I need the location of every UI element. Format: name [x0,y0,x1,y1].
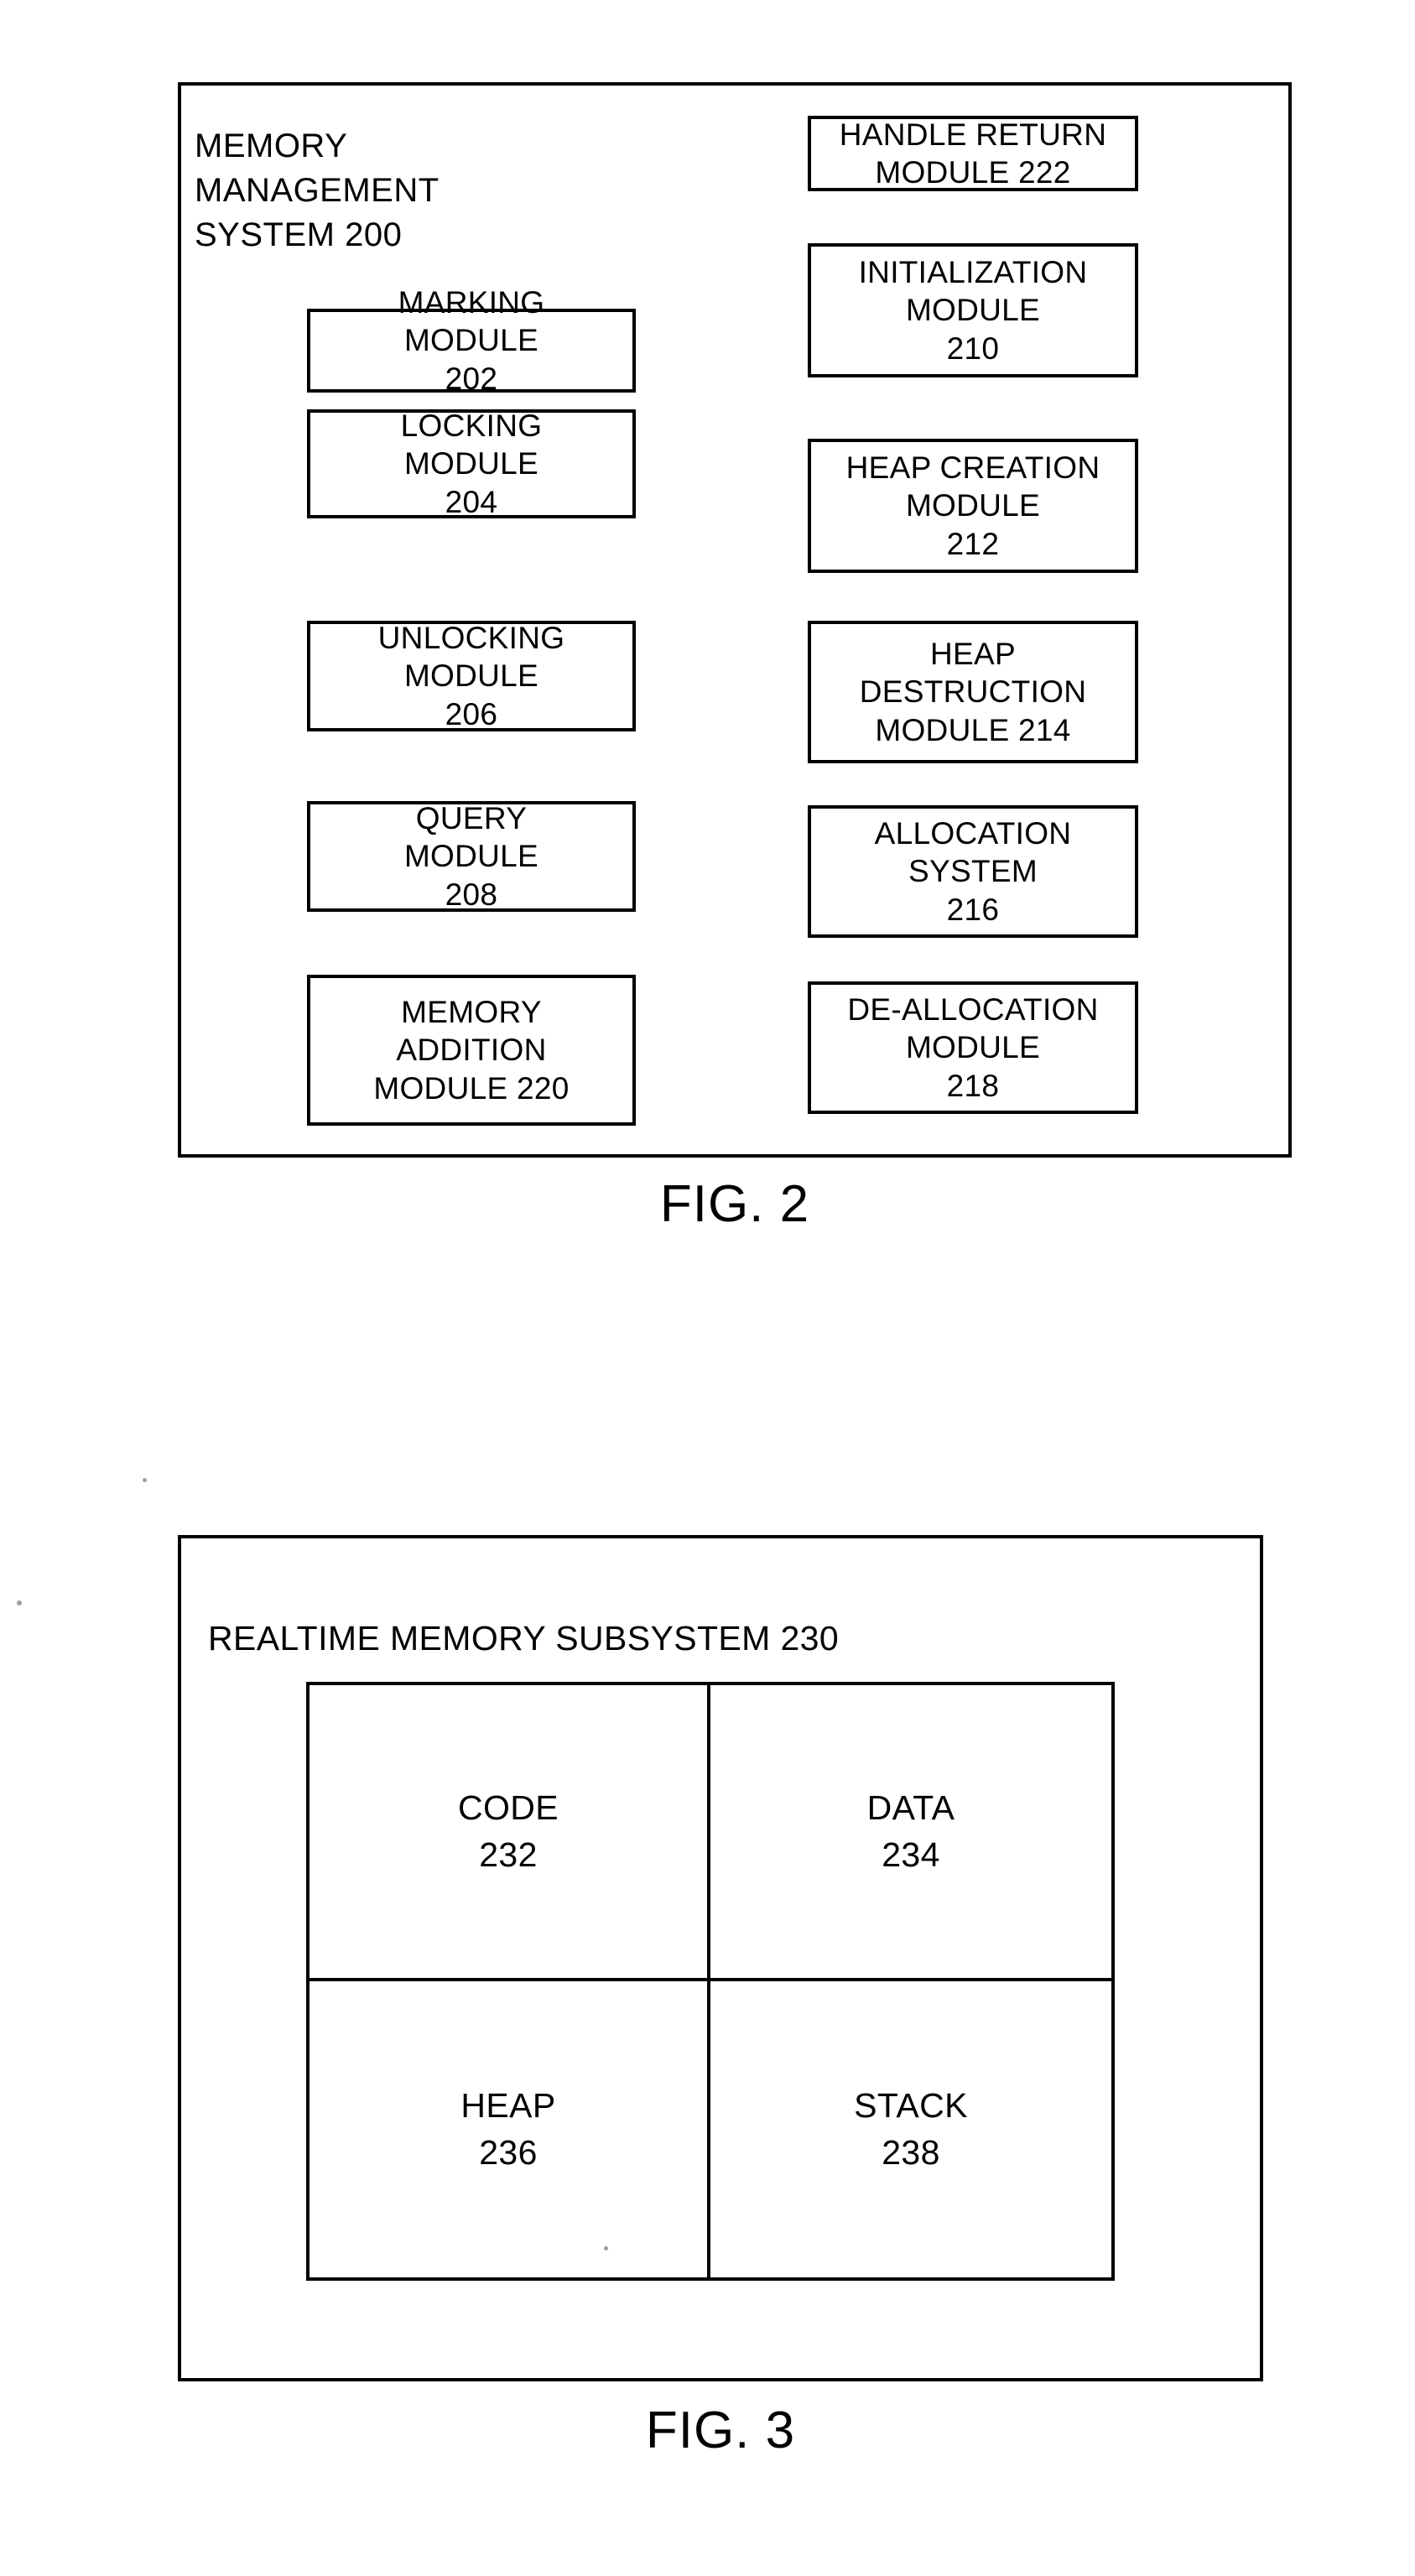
heap-destruction-module-box: HEAP DESTRUCTION MODULE 214 [808,621,1138,763]
memory-management-system-title: MEMORY MANAGEMENT SYSTEM 200 [195,127,440,254]
heap-region-cell: HEAP 236 [310,1981,710,2277]
marking-module-box: MARKING MODULE 202 [307,285,636,396]
memory-layout-grid: CODE 232 DATA 234 HEAP 236 STACK 238 [306,1682,1115,2281]
code-region-cell: CODE 232 [310,1685,710,1981]
allocation-system-label: ALLOCATION SYSTEM 216 [874,816,1072,927]
data-region-label: DATA 234 [866,1788,955,1874]
de-allocation-module-box: DE-ALLOCATION MODULE 218 [808,981,1138,1114]
heap-region-label: HEAP 236 [460,2086,556,2172]
stack-region-cell: STACK 238 [710,1981,1111,2277]
heap-destruction-module-label: HEAP DESTRUCTION MODULE 214 [859,637,1087,747]
de-allocation-module-label: DE-ALLOCATION MODULE 218 [847,992,1099,1103]
scan-speck [143,1478,147,1482]
heap-creation-module-box: HEAP CREATION MODULE 212 [808,439,1138,573]
stack-region-label: STACK 238 [854,2086,968,2172]
unlocking-module-label: UNLOCKING MODULE 206 [377,621,565,731]
query-module-box: QUERY MODULE 208 [307,801,636,912]
scan-speck [604,2246,608,2251]
handle-return-module-box: HANDLE RETURN MODULE 222 [808,116,1138,191]
initialization-module-label: INITIALIZATION MODULE 210 [858,255,1088,366]
figure-3-caption: FIG. 3 [645,2402,796,2459]
locking-module-label: LOCKING MODULE 204 [400,409,543,519]
memory-addition-module-box: MEMORY ADDITION MODULE 220 [307,975,636,1126]
heap-creation-module-label: HEAP CREATION MODULE 212 [845,450,1100,561]
unlocking-module-box: UNLOCKING MODULE 206 [307,621,636,731]
scan-speck [17,1600,22,1605]
data-region-cell: DATA 234 [710,1685,1111,1981]
code-region-label: CODE 232 [457,1788,559,1874]
query-module-label: QUERY MODULE 208 [403,801,539,912]
marking-module-label: MARKING MODULE 202 [398,285,545,396]
locking-module-box: LOCKING MODULE 204 [307,409,636,519]
memory-addition-module-label: MEMORY ADDITION MODULE 220 [373,995,570,1106]
handle-return-module-label: HANDLE RETURN MODULE 222 [839,117,1107,190]
realtime-memory-subsystem-title: REALTIME MEMORY SUBSYSTEM 230 [208,1619,840,1657]
figure-2-caption: FIG. 2 [659,1175,810,1233]
allocation-system-box: ALLOCATION SYSTEM 216 [808,805,1138,938]
initialization-module-box: INITIALIZATION MODULE 210 [808,243,1138,377]
